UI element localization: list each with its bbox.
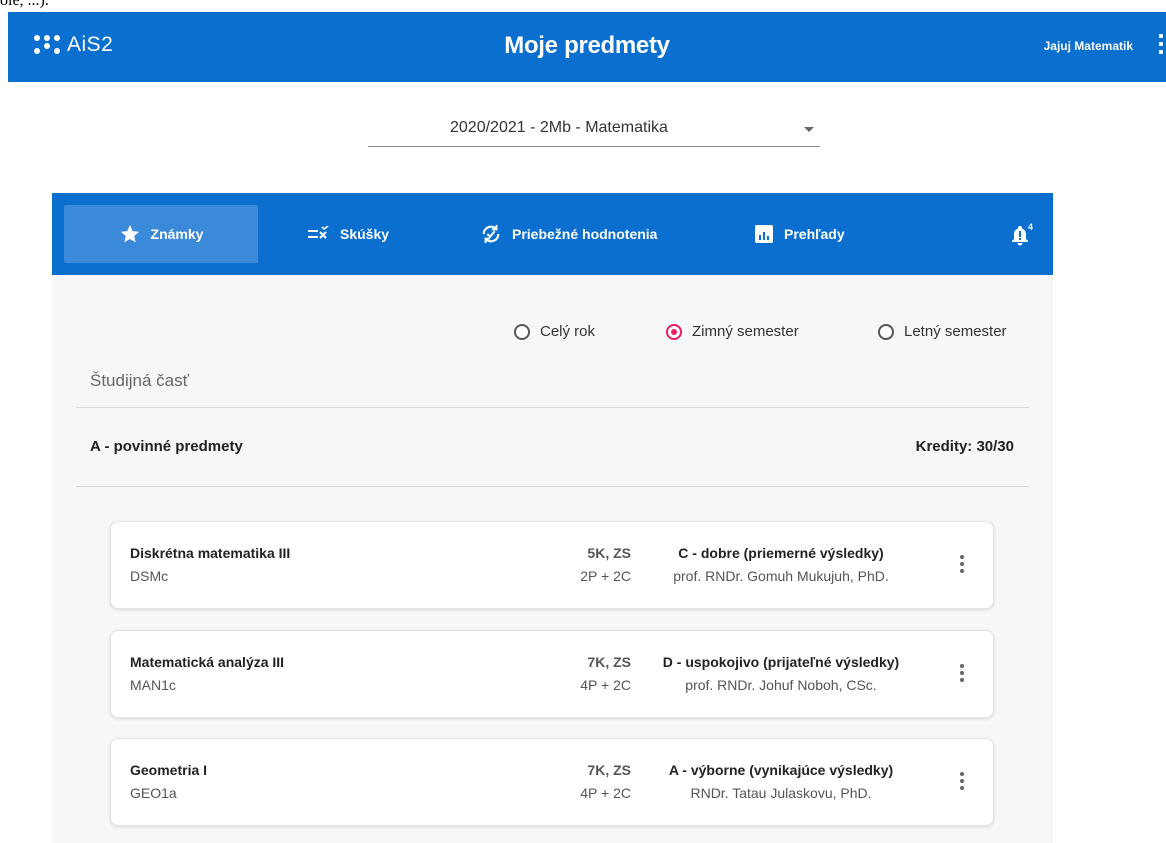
- radio-circle: [666, 323, 682, 340]
- subject-name: Matematická analýza III: [130, 654, 285, 670]
- exam-list-icon: [308, 226, 329, 239]
- radio-circle: [878, 323, 894, 340]
- subject-teacher: prof. RNDr. Johuf Noboh, CSc.: [685, 677, 877, 693]
- bar-chart-icon: [755, 225, 773, 243]
- page-title: Moje predmety: [504, 32, 670, 59]
- radio-zimny-semester[interactable]: Zimný semester: [666, 323, 799, 340]
- radio-cely-rok[interactable]: Celý rok: [514, 323, 595, 340]
- tab-znamky[interactable]: Známky: [64, 205, 258, 263]
- notifications-button[interactable]: 4: [1011, 222, 1035, 248]
- more-options-icon[interactable]: [958, 555, 966, 577]
- subject-credits: 7K, ZS: [587, 654, 631, 670]
- tab-skusky[interactable]: Skúšky: [308, 205, 389, 263]
- tab-label: Prehľady: [784, 226, 845, 242]
- tab-bar: Známky Skúšky Priebežné hodnotenia Prehľ…: [52, 193, 1053, 275]
- subject-grade: D - uspokojivo (prijateľné výsledky): [662, 654, 900, 670]
- radio-label: Celý rok: [540, 323, 596, 340]
- progress-check-icon: [482, 224, 500, 244]
- subject-hours: 4P + 2C: [580, 785, 631, 801]
- study-period-select[interactable]: 2020/2021 - 2Mb - Matematika: [368, 112, 820, 147]
- tab-label: Priebežné hodnotenia: [512, 226, 658, 242]
- cropped-text: ole, ...).: [0, 0, 49, 9]
- group-credits: Kredity: 30/30: [915, 438, 1014, 455]
- star-icon: [120, 224, 139, 243]
- divider: [76, 486, 1029, 487]
- subject-code: GEO1a: [130, 785, 177, 801]
- radio-circle: [514, 323, 530, 340]
- grades-panel: Známky Skúšky Priebežné hodnotenia Prehľ…: [52, 193, 1053, 843]
- subject-code: DSMc: [130, 568, 169, 584]
- semester-filter: Celý rok Zimný semester Letný semester: [52, 323, 1053, 345]
- user-name[interactable]: Jajuj Matematik: [1044, 39, 1133, 53]
- subject-teacher: prof. RNDr. Gomuh Mukujuh, PhD.: [673, 568, 889, 584]
- tab-priebezne-hodnotenia[interactable]: Priebežné hodnotenia: [480, 205, 657, 263]
- subject-card[interactable]: Diskrétna matematika III DSMc 5K, ZS 2P …: [110, 521, 994, 609]
- group-title: A - povinné predmety: [90, 438, 243, 455]
- tab-label: Skúšky: [340, 226, 390, 242]
- subject-name: Geometria I: [130, 762, 208, 778]
- more-options-icon[interactable]: [958, 772, 966, 794]
- notification-count: 4: [1028, 222, 1034, 232]
- more-options-icon[interactable]: [958, 664, 966, 686]
- subject-card[interactable]: Geometria I GEO1a 7K, ZS 4P + 2C A - výb…: [110, 738, 994, 826]
- subject-grade: C - dobre (priemerné výsledky): [678, 545, 884, 561]
- subject-grade: A - výborne (vynikajúce výsledky): [668, 762, 894, 778]
- divider: [76, 407, 1029, 408]
- dropdown-arrow-icon: [804, 127, 814, 132]
- subject-code: MAN1c: [130, 677, 176, 693]
- subject-name: Diskrétna matematika III: [130, 545, 291, 561]
- tab-prehlady[interactable]: Prehľady: [754, 205, 845, 263]
- tab-label: Známky: [150, 226, 204, 242]
- subject-hours: 2P + 2C: [580, 568, 631, 584]
- section-title: Študijná časť: [90, 371, 189, 390]
- radio-label: Zimný semester: [692, 323, 799, 340]
- radio-letny-semester[interactable]: Letný semester: [878, 323, 1007, 340]
- app-bar: AiS2 Moje predmety Jajuj Matematik: [8, 12, 1166, 82]
- study-period-value: 2020/2021 - 2Mb - Matematika: [450, 119, 668, 136]
- subject-credits: 7K, ZS: [587, 762, 631, 778]
- bell-alert-icon: [1012, 226, 1028, 246]
- more-menu-icon[interactable]: [1156, 34, 1166, 60]
- subject-card[interactable]: Matematická analýza III MAN1c 7K, ZS 4P …: [110, 630, 994, 718]
- subject-teacher: RNDr. Tatau Julaskovu, PhD.: [690, 785, 872, 801]
- subject-hours: 4P + 2C: [580, 677, 631, 693]
- radio-label: Letný semester: [904, 323, 1007, 340]
- subject-credits: 5K, ZS: [587, 545, 631, 561]
